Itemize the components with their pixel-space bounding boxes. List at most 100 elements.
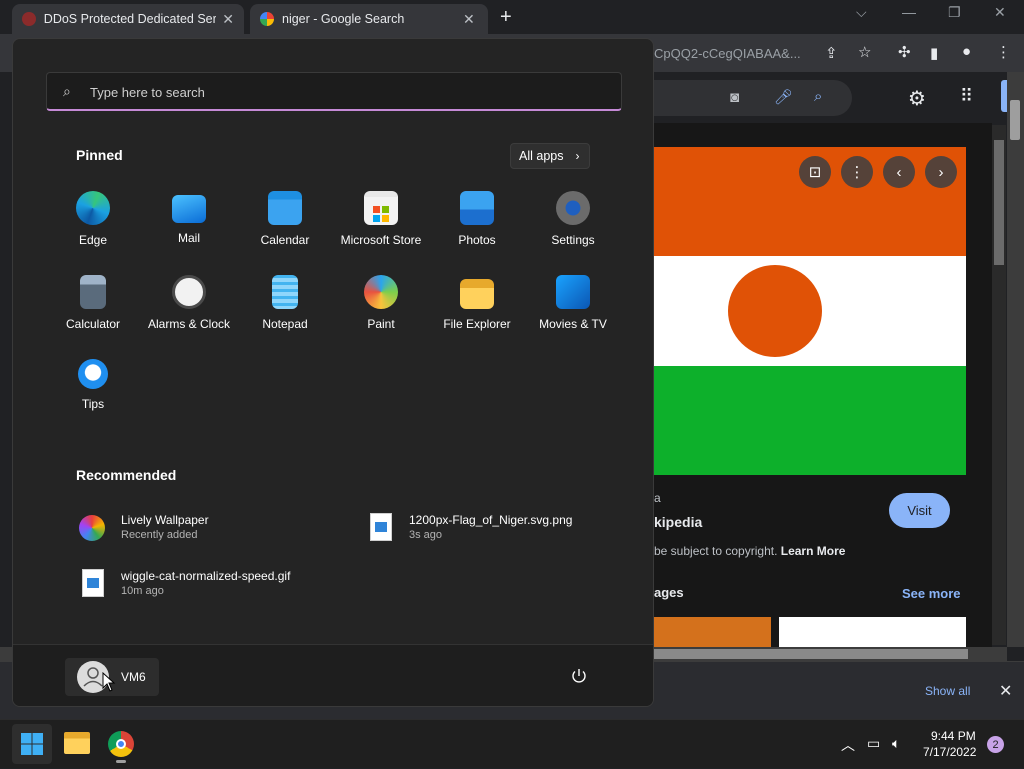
edge-icon	[76, 191, 110, 225]
taskbar-time[interactable]: 9:44 PM	[931, 729, 976, 743]
pinned-app-paint[interactable]: Paint	[333, 275, 429, 355]
pinned-app-tips[interactable]: Tips	[45, 359, 141, 439]
tab-google-close-icon[interactable]: ✕	[463, 11, 475, 28]
pinned-app-notepad[interactable]: Notepad	[237, 275, 333, 355]
tab-google-search[interactable]: niger - Google Search ✕	[250, 4, 488, 34]
pinned-app-file-explorer[interactable]: File Explorer	[429, 275, 525, 355]
power-button[interactable]	[570, 667, 588, 685]
recommended-item[interactable]: Lively Wallpaper Recently added	[79, 513, 339, 553]
browser-tab-bar: DDoS Protected Dedicated Serve ✕ niger -…	[0, 0, 1024, 34]
page-scroll-thumb[interactable]	[1010, 100, 1020, 140]
pinned-app-settings[interactable]: Settings	[525, 191, 621, 271]
calculator-icon	[80, 275, 106, 309]
source-name[interactable]: kipedia	[654, 514, 702, 530]
start-button[interactable]	[12, 724, 52, 764]
windows-logo-icon	[21, 733, 43, 755]
flag-green-stripe	[654, 366, 966, 475]
minimize-button[interactable]: —	[902, 4, 916, 20]
start-search-input[interactable]: ⌕ Type here to search	[46, 72, 622, 111]
pinned-app-mail[interactable]: Mail	[141, 191, 237, 271]
pinned-app-calculator[interactable]: Calculator	[45, 275, 141, 355]
taskbar-chrome-icon[interactable]	[108, 731, 134, 757]
recommended-sub: Recently added	[121, 529, 198, 541]
app-label: Photos	[458, 233, 496, 247]
recommended-sub: 3s ago	[409, 529, 443, 541]
tab-ddos[interactable]: DDoS Protected Dedicated Serve ✕	[12, 4, 244, 34]
notification-badge[interactable]: 2	[987, 736, 1004, 753]
clock-icon	[172, 275, 206, 309]
address-bar-url[interactable]: CpQQ2-cCegQIABAA&...	[654, 46, 801, 61]
google-settings-gear-icon[interactable]: ⚙	[908, 86, 926, 111]
panel-scroll-thumb[interactable]	[994, 140, 1004, 265]
chevron-right-icon: ›	[575, 149, 580, 163]
new-tab-button[interactable]: +	[500, 6, 512, 29]
microphone-icon[interactable]: 🎤︎	[774, 88, 793, 106]
recommended-heading: Recommended	[76, 467, 177, 483]
search-placeholder: Type here to search	[90, 85, 205, 100]
app-label: Tips	[81, 397, 105, 411]
app-label: File Explorer	[443, 317, 511, 331]
all-apps-button[interactable]: All apps ›	[510, 143, 590, 169]
all-apps-label: All apps	[519, 149, 564, 163]
related-images-heading: ages	[654, 585, 684, 600]
lens-search-icon[interactable]: ⊡	[799, 156, 831, 188]
tab-ddos-title: DDoS Protected Dedicated Serve	[43, 12, 217, 26]
pinned-app-movies-tv[interactable]: Movies & TV	[525, 275, 621, 355]
app-label: Mail	[177, 231, 200, 245]
tab-google-title: niger - Google Search	[282, 12, 405, 26]
restore-button[interactable]: ❐	[948, 4, 961, 21]
recommended-item[interactable]: 1200px-Flag_of_Niger.svg.png 3s ago	[367, 513, 607, 553]
calendar-icon	[268, 191, 302, 225]
camera-icon[interactable]: ◙	[730, 89, 739, 106]
search-icon[interactable]: ⌕	[814, 88, 822, 105]
page-scrollbar[interactable]	[1007, 72, 1024, 647]
search-icon: ⌕	[63, 83, 71, 99]
taskbar-file-explorer-icon[interactable]	[64, 732, 90, 754]
google-apps-grid-icon[interactable]: ⠿	[960, 86, 973, 107]
recommended-name: Lively Wallpaper	[121, 513, 209, 527]
pinned-app-photos[interactable]: Photos	[429, 191, 525, 271]
next-image-icon[interactable]: ›	[925, 156, 957, 188]
chrome-menu-icon[interactable]: ⋮	[996, 43, 1011, 61]
network-icon[interactable]: ▭	[867, 735, 880, 752]
pinned-app-calendar[interactable]: Calendar	[237, 191, 333, 271]
notepad-icon	[272, 275, 298, 309]
show-hidden-icons-chevron-icon[interactable]: ︿	[841, 735, 855, 755]
horizontal-scroll-thumb[interactable]	[654, 649, 968, 659]
profile-icon[interactable]: ●	[962, 43, 971, 60]
app-label: Edge	[78, 233, 108, 247]
extensions-icon[interactable]: ✣	[898, 43, 911, 61]
visit-button[interactable]: Visit	[889, 493, 950, 528]
taskbar-date[interactable]: 7/17/2022	[923, 745, 976, 759]
image-file-icon	[370, 513, 392, 541]
window-close-button[interactable]: ✕	[994, 4, 1006, 21]
bookmark-star-icon[interactable]: ☆	[858, 43, 871, 61]
chrome-running-indicator	[116, 760, 126, 763]
related-thumbnail[interactable]	[779, 617, 966, 647]
app-label: Notepad	[262, 317, 308, 331]
copyright-text: be subject to copyright.	[654, 544, 778, 558]
pinned-app-store[interactable]: Microsoft Store	[333, 191, 429, 271]
recommended-name: 1200px-Flag_of_Niger.svg.png	[409, 513, 573, 527]
downloads-close-icon[interactable]: ✕	[999, 681, 1012, 701]
share-icon[interactable]: ⇪	[825, 44, 838, 62]
tab-ddos-close-icon[interactable]: ✕	[222, 11, 234, 28]
related-thumbnail[interactable]	[654, 617, 771, 647]
lively-wallpaper-icon	[79, 515, 105, 541]
see-more-link[interactable]: See more	[902, 586, 961, 601]
side-panel-icon[interactable]: ▮	[930, 44, 938, 62]
google-favicon-icon	[260, 12, 274, 26]
power-icon	[572, 669, 586, 683]
recommended-name: wiggle-cat-normalized-speed.gif	[121, 569, 291, 583]
volume-icon[interactable]: 🔈︎	[892, 735, 900, 752]
flag-sun-disc	[728, 265, 822, 357]
pinned-app-alarms[interactable]: Alarms & Clock	[141, 275, 237, 355]
recommended-item[interactable]: wiggle-cat-normalized-speed.gif 10m ago	[79, 569, 339, 609]
pinned-app-edge[interactable]: Edge	[45, 191, 141, 271]
mouse-cursor-icon	[102, 672, 116, 692]
more-options-icon[interactable]: ⋮	[841, 156, 873, 188]
previous-image-icon[interactable]: ‹	[883, 156, 915, 188]
learn-more-link[interactable]: Learn More	[781, 544, 846, 558]
tab-search-dropdown-icon[interactable]: ⌵	[856, 4, 867, 21]
show-all-downloads-button[interactable]: Show all	[925, 684, 970, 698]
